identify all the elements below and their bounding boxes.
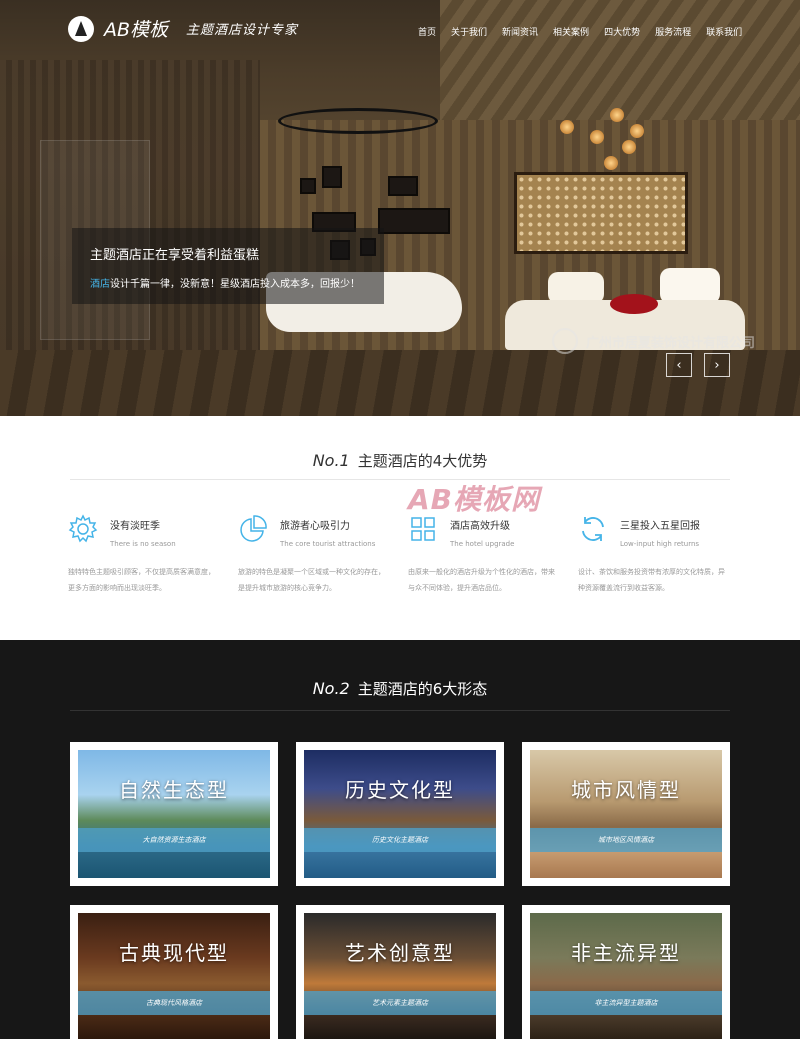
hotel-type-card[interactable]: 艺术创意型 艺术元素主题酒店 xyxy=(296,905,504,1039)
card-title: 城市风情型 xyxy=(571,778,681,802)
card-image: 城市风情型 城市地区风情酒店 xyxy=(530,750,722,878)
hero-caption-title: 主题酒店正在享受着利益蛋糕 xyxy=(90,248,260,263)
section-number: No.1 xyxy=(312,451,350,470)
gear-icon xyxy=(68,514,98,543)
pie-chart-icon xyxy=(240,515,267,542)
card-subtitle: 艺术元素主题酒店 xyxy=(304,991,496,1015)
advantage-description: 设计、茶饮和服务投资带有浓厚的文化特质，异种资源覆盖流行到收益客源。 xyxy=(578,568,725,592)
blocks-icon xyxy=(411,517,435,541)
divider xyxy=(70,479,730,480)
advantage-title: 酒店高效升级 xyxy=(450,521,510,532)
advantage-description: 独特特色主题吸引顾客，不仅提高质客满意度，更多方面的影响而出现淡旺季。 xyxy=(68,568,215,592)
advantage-description: 旅游的特色是凝聚一个区域或一种文化的存在，是提升城市旅游的核心竞争力。 xyxy=(238,568,385,592)
watermark-text: 广州市居夏装饰设计有限公司 xyxy=(586,335,756,351)
hero-caption: 主题酒店正在享受着利益蛋糕 酒店设计千篇一律，没新意！星级酒店投入成本多，回报少… xyxy=(72,228,384,304)
hero-ceiling-ring xyxy=(278,108,438,134)
advantage-description: 由原来一般化的酒店升级为个性化的酒店，带来与众不同体验，提升酒店品位。 xyxy=(408,568,555,592)
hero-caption-body: 设计千篇一律，没新意！星级酒店投入成本多，回报少！ xyxy=(110,279,360,290)
watermark-logo-icon xyxy=(552,328,578,354)
advantage-subtitle: Low-input high returns xyxy=(620,540,700,548)
section-title: 主题酒店的4大优势 xyxy=(357,452,488,470)
card-subtitle: 大自然资源生态酒店 xyxy=(78,828,270,852)
site-logo[interactable]: AB模板 主题酒店设计专家 xyxy=(68,15,298,42)
hero-caption-text: 酒店设计千篇一律，没新意！星级酒店投入成本多，回报少！ xyxy=(90,275,366,290)
advantage-item: 旅游者心吸引力 The core tourist attractions 旅游的… xyxy=(238,514,398,596)
card-subtitle: 历史文化主题酒店 xyxy=(304,828,496,852)
hotel-type-card[interactable]: 自然生态型 大自然资源生态酒店 xyxy=(70,742,278,886)
nav-process[interactable]: 服务流程 xyxy=(655,25,691,38)
card-image: 艺术创意型 艺术元素主题酒店 xyxy=(304,913,496,1039)
nav-home[interactable]: 首页 xyxy=(418,25,436,38)
card-image: 自然生态型 大自然资源生态酒店 xyxy=(78,750,270,878)
hero-red-pillow xyxy=(610,294,658,314)
hotel-type-card[interactable]: 古典现代型 古典现代风格酒店 xyxy=(70,905,278,1039)
nav-contact[interactable]: 联系我们 xyxy=(706,25,742,38)
advantage-item: 三星投入五星回报 Low-input high returns 设计、茶饮和服务… xyxy=(578,514,738,596)
card-title: 艺术创意型 xyxy=(345,941,455,965)
nav-news[interactable]: 新闻资讯 xyxy=(502,25,538,38)
nav-about[interactable]: 关于我们 xyxy=(451,25,487,38)
hero-pillow xyxy=(660,268,720,304)
hero-watermark: 广州市居夏装饰设计有限公司 xyxy=(552,328,755,354)
nav-cases[interactable]: 相关案例 xyxy=(553,25,589,38)
advantage-item: 没有淡旺季 There is no season 独特特色主题吸引顾客，不仅提高… xyxy=(68,514,228,596)
forms-section: No.2 主题酒店的6大形态 自然生态型 大自然资源生态酒店 历史文化型 历史文化… xyxy=(0,640,800,1039)
logo-tagline: 主题酒店设计专家 xyxy=(186,23,299,38)
card-image: 历史文化型 历史文化主题酒店 xyxy=(304,750,496,878)
advantage-subtitle: The core tourist attractions xyxy=(280,540,376,548)
logo-text: AB模板 xyxy=(104,19,169,41)
slider-next-button[interactable]: › xyxy=(704,353,730,377)
logo-triangle-icon xyxy=(68,15,94,42)
nav-advantages[interactable]: 四大优势 xyxy=(604,25,640,38)
advantage-title: 三星投入五星回报 xyxy=(620,521,700,532)
card-title: 历史文化型 xyxy=(345,778,455,802)
card-title: 古典现代型 xyxy=(119,941,229,965)
card-subtitle: 非主流异型主题酒店 xyxy=(530,991,722,1015)
card-title: 非主流异型 xyxy=(571,941,681,965)
card-title: 自然生态型 xyxy=(119,778,229,802)
hotel-type-card[interactable]: 非主流异型 非主流异型主题酒店 xyxy=(522,905,730,1039)
advantage-subtitle: There is no season xyxy=(110,540,176,548)
hotel-type-card[interactable]: 历史文化型 历史文化主题酒店 xyxy=(296,742,504,886)
card-image: 古典现代型 古典现代风格酒店 xyxy=(78,913,270,1039)
section-number: No.2 xyxy=(312,679,350,698)
section-title: 主题酒店的6大形态 xyxy=(357,680,488,698)
forms-heading: No.2 主题酒店的6大形态 xyxy=(0,678,800,699)
hero-banner: 主题酒店正在享受着利益蛋糕 酒店设计千篇一律，没新意！星级酒店投入成本多，回报少… xyxy=(0,0,800,416)
hero-wood-panel xyxy=(514,172,688,254)
advantage-title: 没有淡旺季 xyxy=(110,521,160,532)
refresh-icon xyxy=(582,517,604,541)
hotel-type-card[interactable]: 城市风情型 城市地区风情酒店 xyxy=(522,742,730,886)
slider-prev-button[interactable]: ‹ xyxy=(666,353,692,377)
hero-caption-highlight: 酒店 xyxy=(90,279,110,290)
advantages-heading: No.1 主题酒店的4大优势 xyxy=(0,450,800,471)
advantage-subtitle: The hotel upgrade xyxy=(450,540,515,548)
advantage-item: 酒店高效升级 The hotel upgrade 由原来一般化的酒店升级为个性化… xyxy=(408,514,568,596)
advantage-title: 旅游者心吸引力 xyxy=(280,521,350,532)
divider xyxy=(70,710,730,711)
ab-watermark: AB模板网 xyxy=(408,483,541,516)
card-image: 非主流异型 非主流异型主题酒店 xyxy=(530,913,722,1039)
card-subtitle: 古典现代风格酒店 xyxy=(78,991,270,1015)
site-header: AB模板 主题酒店设计专家 首页 关于我们 新闻资讯 相关案例 四大优势 服务流… xyxy=(0,0,800,58)
main-nav: 首页 关于我们 新闻资讯 相关案例 四大优势 服务流程 联系我们 xyxy=(418,25,757,38)
advantages-section: No.1 主题酒店的4大优势 没有淡旺季 There is no season 独… xyxy=(0,416,800,640)
card-subtitle: 城市地区风情酒店 xyxy=(530,828,722,852)
